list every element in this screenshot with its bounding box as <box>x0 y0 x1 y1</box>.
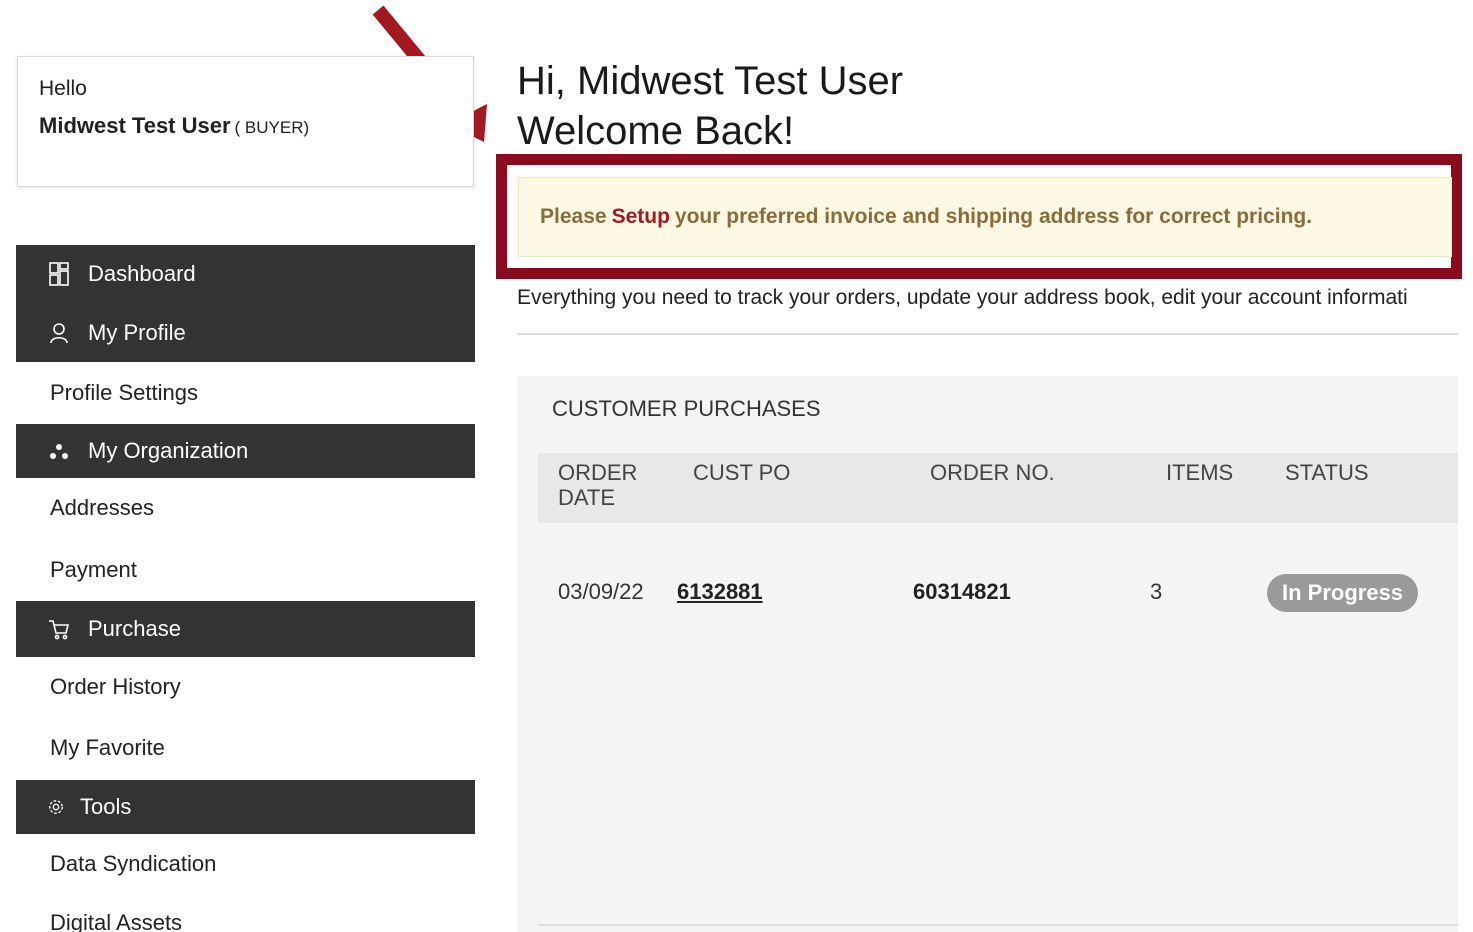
column-status[interactable]: STATUS <box>1285 460 1369 485</box>
customer-purchases-panel: CUSTOMER PURCHASES ORDER DATE CUST PO OR… <box>517 376 1458 932</box>
notice-text-before: Please <box>540 205 607 228</box>
user-icon <box>48 322 70 344</box>
user-name-line: Midwest Test User( BUYER) <box>39 113 452 139</box>
divider <box>517 333 1458 335</box>
hello-label: Hello <box>39 77 87 100</box>
sidebar-item-label: Dashboard <box>88 261 196 286</box>
page-title-line-2: Welcome Back! <box>517 109 795 153</box>
intro-text: Everything you need to track your orders… <box>517 286 1408 309</box>
address-setup-notice: Please Setup your preferred invoice and … <box>518 177 1452 257</box>
column-items[interactable]: ITEMS <box>1166 460 1233 485</box>
dashboard-icon <box>48 261 70 287</box>
page-title: Hi, Midwest Test User Welcome Back! <box>517 56 903 156</box>
sidebar-item-label: Tools <box>80 794 132 819</box>
notice-text-after: your preferred invoice and shipping addr… <box>674 205 1313 228</box>
panel-heading: CUSTOMER PURCHASES <box>552 396 821 421</box>
sidebar-item-my-profile[interactable]: My Profile <box>16 303 475 362</box>
cart-icon <box>48 618 70 640</box>
divider <box>538 924 1458 926</box>
sidebar-item-payment[interactable]: Payment <box>16 540 475 600</box>
sidebar-item-label: My Organization <box>88 438 249 463</box>
page-title-line-1: Hi, Midwest Test User <box>517 59 904 103</box>
sidebar-group-main: Dashboard My Profile <box>16 245 475 362</box>
column-cust-po[interactable]: CUST PO <box>693 460 790 485</box>
sidebar-item-addresses[interactable]: Addresses <box>16 478 475 538</box>
sidebar-item-label: My Favorite <box>50 735 165 760</box>
sidebar-item-tools[interactable]: Tools <box>16 780 475 834</box>
setup-link[interactable]: Setup <box>612 205 670 229</box>
column-order-no[interactable]: ORDER NO. <box>930 460 1055 485</box>
sidebar-item-label: Purchase <box>88 616 181 641</box>
status-badge: In Progress <box>1267 574 1419 612</box>
gear-icon <box>48 798 64 816</box>
sidebar-group-organization: My Organization <box>16 424 475 478</box>
account-dashboard-page: Hello Midwest Test User( BUYER) Dashboar… <box>0 0 1473 932</box>
cell-order-date: 03/09/22 <box>558 579 644 604</box>
sidebar-item-order-history[interactable]: Order History <box>16 657 475 717</box>
table-header: ORDER DATE CUST PO ORDER NO. ITEMS STATU… <box>538 453 1458 523</box>
sidebar-item-label: My Profile <box>88 319 186 345</box>
organization-icon <box>48 442 70 460</box>
sidebar-item-dashboard[interactable]: Dashboard <box>16 245 475 303</box>
user-role: ( BUYER) <box>234 118 310 137</box>
sidebar-item-data-syndication[interactable]: Data Syndication <box>16 834 475 894</box>
user-name: Midwest Test User <box>39 113 231 138</box>
sidebar-item-purchase[interactable]: Purchase <box>16 601 475 657</box>
sidebar-item-label: Payment <box>50 557 137 582</box>
sidebar-item-label: Digital Assets <box>50 910 183 932</box>
greeting-card: Hello Midwest Test User( BUYER) <box>17 56 474 187</box>
sidebar-item-my-organization[interactable]: My Organization <box>16 424 475 478</box>
sidebar-group-tools: Tools <box>16 780 475 834</box>
cell-items: 3 <box>1150 579 1163 604</box>
sidebar-item-profile-settings[interactable]: Profile Settings <box>16 363 475 423</box>
cust-po-link[interactable]: 6132881 <box>677 578 763 606</box>
sidebar-group-purchase: Purchase <box>16 601 475 657</box>
sidebar-item-label: Data Syndication <box>50 851 217 876</box>
sidebar-item-digital-assets[interactable]: Digital Assets <box>16 894 475 932</box>
sidebar-item-label: Profile Settings <box>50 380 198 405</box>
sidebar-item-my-favorite[interactable]: My Favorite <box>16 718 475 778</box>
sidebar-item-label: Order History <box>50 674 181 699</box>
sidebar-item-label: Addresses <box>50 495 154 520</box>
column-order-date[interactable]: ORDER DATE <box>558 460 637 510</box>
cell-order-no: 60314821 <box>913 579 1011 604</box>
